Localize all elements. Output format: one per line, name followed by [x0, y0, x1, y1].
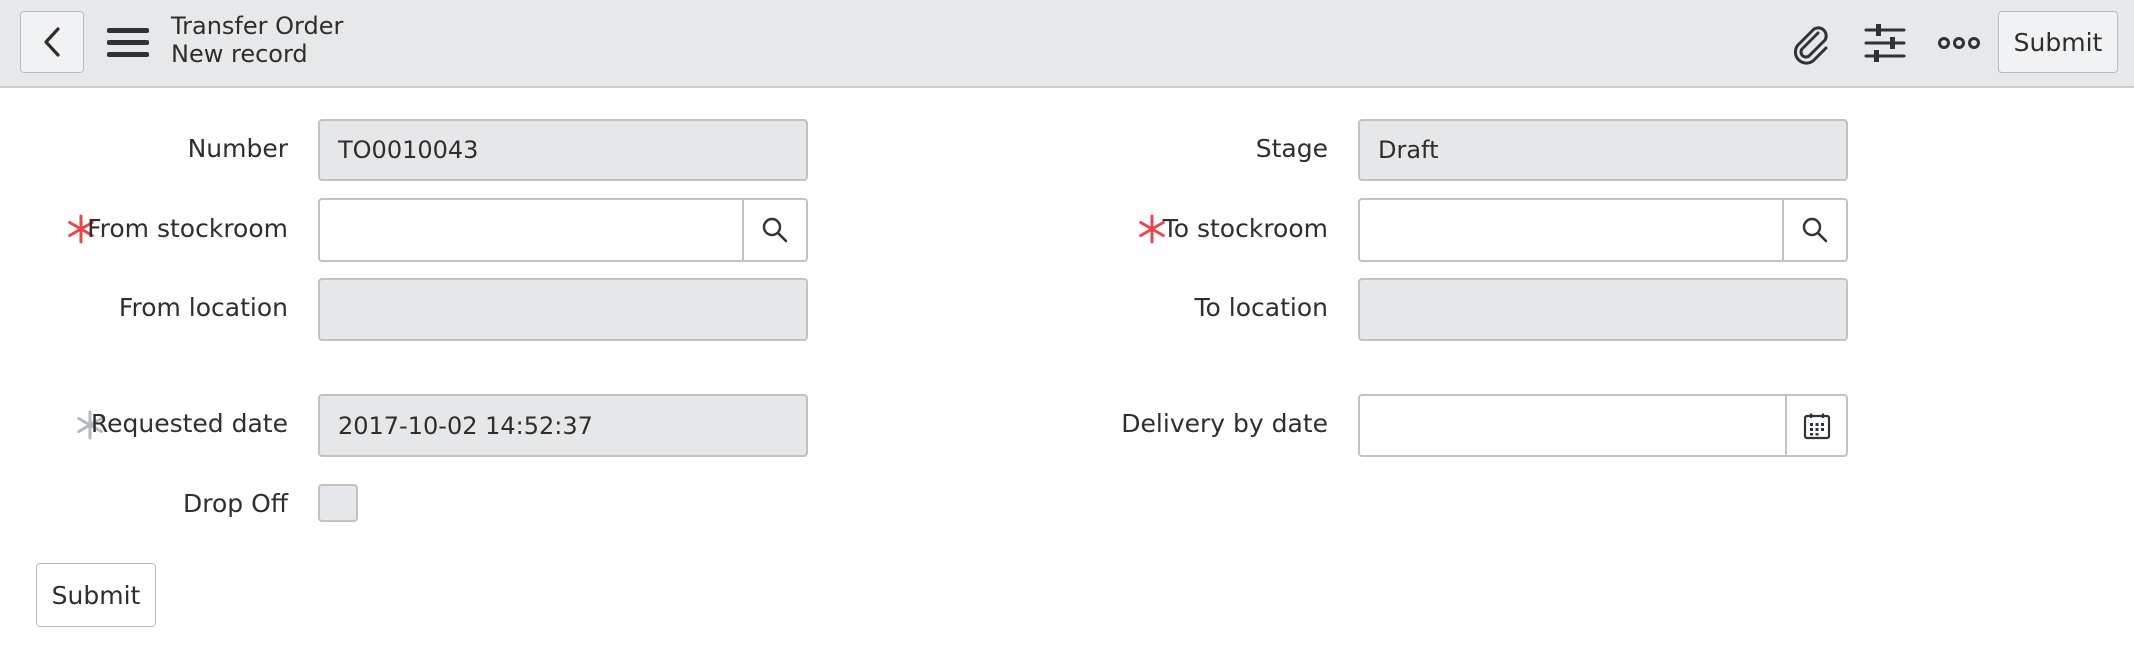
- attachment-button[interactable]: [1786, 19, 1834, 67]
- number-field[interactable]: TO0010043: [318, 119, 808, 181]
- more-options-button[interactable]: [1935, 19, 1983, 67]
- search-icon: [762, 217, 788, 243]
- to-stockroom-input[interactable]: [1358, 198, 1784, 262]
- header-submit-button[interactable]: Submit: [1998, 11, 2118, 73]
- delivery-date-picker-button[interactable]: [1786, 394, 1848, 457]
- menu-icon[interactable]: [107, 27, 149, 59]
- from-location-field[interactable]: [318, 278, 808, 341]
- record-title: Transfer Order New record: [171, 12, 343, 68]
- to-location-label: To location: [1194, 293, 1328, 322]
- calendar-icon: [1803, 413, 1830, 439]
- requested-date-label: Requested date: [90, 409, 288, 438]
- delivery-by-date-label: Delivery by date: [1121, 409, 1328, 438]
- personalize-form-button[interactable]: [1861, 19, 1909, 67]
- search-icon: [1802, 217, 1828, 243]
- stage-label: Stage: [1255, 134, 1328, 163]
- to-location-field[interactable]: [1358, 278, 1848, 341]
- more-icon: [1938, 37, 1980, 49]
- back-button[interactable]: [20, 11, 84, 73]
- from-stockroom-lookup-button[interactable]: [743, 198, 808, 262]
- drop-off-label: Drop Off: [183, 489, 288, 518]
- from-stockroom-label: From stockroom: [87, 214, 288, 243]
- paperclip-icon: [1793, 26, 1828, 65]
- form-subtitle: New record: [171, 40, 308, 68]
- from-location-label: From location: [118, 293, 288, 322]
- to-stockroom-label: To stockroom: [1162, 214, 1328, 243]
- form-title: Transfer Order: [171, 12, 344, 40]
- submit-button[interactable]: Submit: [36, 563, 156, 627]
- to-stockroom-lookup-button[interactable]: [1783, 198, 1848, 262]
- delivery-by-date-input[interactable]: [1358, 394, 1787, 457]
- number-label: Number: [187, 134, 288, 163]
- form-header: Transfer Order New record Submit: [0, 0, 2134, 88]
- requested-date-field[interactable]: 2017-10-02 14:52:37: [318, 394, 808, 457]
- back-icon: [44, 27, 60, 57]
- from-stockroom-input[interactable]: [318, 198, 744, 262]
- drop-off-checkbox[interactable]: [318, 484, 358, 522]
- sliders-icon: [1864, 24, 1906, 62]
- stage-field[interactable]: Draft: [1358, 119, 1848, 181]
